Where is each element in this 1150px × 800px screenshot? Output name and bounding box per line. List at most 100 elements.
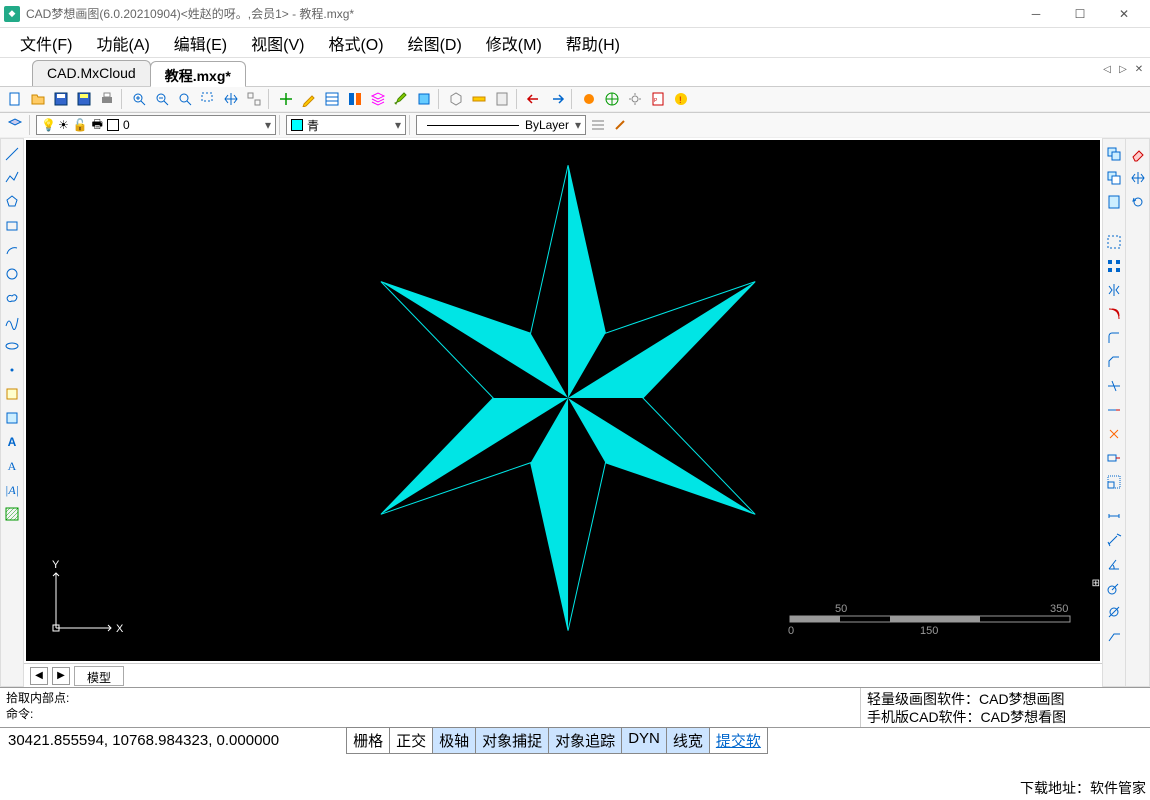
polyline-icon[interactable] (1, 167, 23, 189)
revcloud-icon[interactable] (1, 287, 23, 309)
3d-icon[interactable] (445, 88, 467, 110)
line-icon[interactable] (1, 143, 23, 165)
command-history[interactable]: 拾取内部点: 命令: (0, 688, 860, 727)
extend-icon[interactable] (1103, 399, 1125, 421)
layer-combo[interactable]: 💡 ☀ 🔓 🖶 0 ▾ (36, 115, 276, 135)
tab-model[interactable]: 模型 (74, 666, 124, 686)
rectangle-icon[interactable] (1, 215, 23, 237)
circle-icon[interactable] (1, 263, 23, 285)
plugin-icon[interactable] (578, 88, 600, 110)
properties-icon[interactable] (321, 88, 343, 110)
layout-next-icon[interactable]: ▶ (52, 667, 70, 685)
save-as-icon[interactable] (73, 88, 95, 110)
mirror-icon[interactable] (1103, 279, 1125, 301)
zoom-window-icon[interactable] (197, 88, 219, 110)
spline-icon[interactable] (1, 311, 23, 333)
leader-icon[interactable] (1103, 625, 1125, 647)
erase-icon[interactable] (1127, 143, 1149, 165)
settings-icon[interactable] (624, 88, 646, 110)
block-icon[interactable] (413, 88, 435, 110)
polygon-icon[interactable] (1, 191, 23, 213)
arc-icon[interactable] (1, 239, 23, 261)
export-pdf-icon[interactable]: P (647, 88, 669, 110)
brush-icon[interactable] (390, 88, 412, 110)
chamfer-icon[interactable] (1103, 351, 1125, 373)
toggle-grid[interactable]: 栅格 (346, 727, 390, 754)
layout-prev-icon[interactable]: ◀ (30, 667, 48, 685)
measure-icon[interactable] (468, 88, 490, 110)
hatch-icon[interactable] (1, 503, 23, 525)
trim-icon[interactable] (1103, 375, 1125, 397)
dim-radius-icon[interactable] (1103, 577, 1125, 599)
menu-format[interactable]: 格式(O) (316, 27, 395, 59)
dim-aligned-icon[interactable] (1103, 529, 1125, 551)
tab-tutorial[interactable]: 教程.mxg* (150, 61, 246, 87)
dim-diameter-icon[interactable] (1103, 601, 1125, 623)
calculator-icon[interactable] (491, 88, 513, 110)
select-rect-icon[interactable] (1103, 231, 1125, 253)
scale-icon[interactable] (1103, 471, 1125, 493)
menu-view[interactable]: 视图(V) (239, 27, 316, 59)
fillet-icon[interactable] (1103, 327, 1125, 349)
menu-file[interactable]: 文件(F) (8, 27, 84, 59)
toggle-dyn[interactable]: DYN (621, 727, 667, 754)
layers-icon[interactable] (367, 88, 389, 110)
maximize-button[interactable]: ☐ (1058, 1, 1102, 27)
toggle-osnap[interactable]: 对象捕捉 (475, 727, 549, 754)
text-multi-icon[interactable]: A (1, 455, 23, 477)
new-file-icon[interactable] (4, 88, 26, 110)
array-icon[interactable] (1103, 255, 1125, 277)
text-edit-icon[interactable]: |A| (1, 479, 23, 501)
paste-icon[interactable] (1103, 191, 1125, 213)
menu-func[interactable]: 功能(A) (84, 27, 161, 59)
toggle-lwt[interactable]: 线宽 (666, 727, 710, 754)
menu-edit[interactable]: 编辑(E) (162, 27, 239, 59)
dim-angular-icon[interactable] (1103, 553, 1125, 575)
tab-mxcloud[interactable]: CAD.MxCloud (32, 60, 151, 86)
lineweight-icon[interactable] (587, 114, 609, 136)
make-block-icon[interactable] (1, 407, 23, 429)
toggle-otrack[interactable]: 对象追踪 (548, 727, 622, 754)
linetype-combo[interactable]: ByLayer ▾ (416, 115, 586, 135)
drawing-canvas[interactable]: X Y 50 350 0 150 ⊞ (26, 140, 1100, 661)
menu-modify[interactable]: 修改(M) (474, 27, 554, 59)
offset-icon[interactable] (1103, 303, 1125, 325)
color-combo[interactable]: 青 ▾ (286, 115, 406, 135)
redo-icon[interactable] (546, 88, 568, 110)
open-file-icon[interactable] (27, 88, 49, 110)
close-button[interactable]: ✕ (1102, 1, 1146, 27)
menu-help[interactable]: 帮助(H) (554, 27, 632, 59)
info-icon[interactable]: ! (670, 88, 692, 110)
save-icon[interactable] (50, 88, 72, 110)
stretch-icon[interactable] (1103, 447, 1125, 469)
web-icon[interactable] (601, 88, 623, 110)
layer-manager-icon[interactable] (4, 114, 26, 136)
cut-icon[interactable] (1103, 167, 1125, 189)
move-icon[interactable] (275, 88, 297, 110)
minimize-button[interactable]: ─ (1014, 1, 1058, 27)
link-submit[interactable]: 提交软 (709, 727, 768, 754)
linetype-brush-icon[interactable] (610, 114, 632, 136)
point-icon[interactable] (1, 359, 23, 381)
dim-linear-icon[interactable] (1103, 505, 1125, 527)
match-properties-icon[interactable] (344, 88, 366, 110)
tab-close-icon[interactable]: ✕ (1132, 62, 1146, 76)
copy-icon[interactable] (1103, 143, 1125, 165)
ellipse-icon[interactable] (1, 335, 23, 357)
text-single-icon[interactable]: A (1, 431, 23, 453)
zoom-out-icon[interactable] (151, 88, 173, 110)
toggle-polar[interactable]: 极轴 (432, 727, 476, 754)
pan-icon[interactable] (220, 88, 242, 110)
regen-icon[interactable] (243, 88, 265, 110)
tab-prev-icon[interactable]: ◁ (1100, 62, 1114, 76)
move2-icon[interactable] (1127, 167, 1149, 189)
edit-pencil-icon[interactable] (298, 88, 320, 110)
zoom-in-icon[interactable] (128, 88, 150, 110)
insert-block-icon[interactable] (1, 383, 23, 405)
toggle-ortho[interactable]: 正交 (389, 727, 433, 754)
print-icon[interactable] (96, 88, 118, 110)
menu-draw[interactable]: 绘图(D) (396, 27, 474, 59)
undo-icon[interactable] (523, 88, 545, 110)
tab-next-icon[interactable]: ▷ (1116, 62, 1130, 76)
rotate-icon[interactable] (1127, 191, 1149, 213)
